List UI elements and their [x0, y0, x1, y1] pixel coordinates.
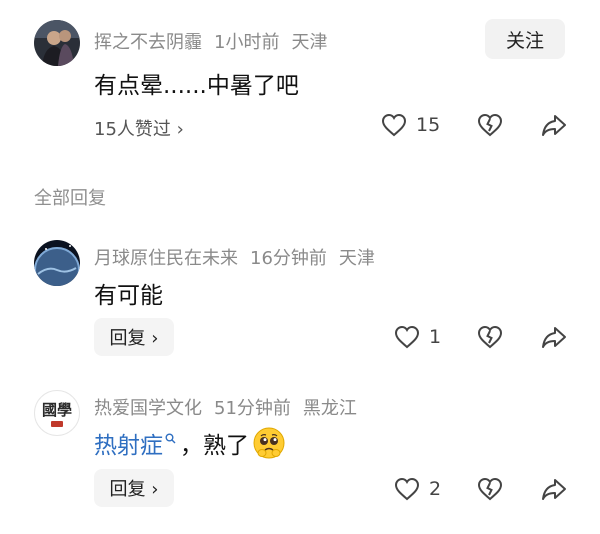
like-button[interactable]: [394, 325, 420, 349]
comment-meta: 挥之不去阴霾 1小时前 天津: [94, 28, 339, 54]
username[interactable]: 月球原住民在未来: [94, 248, 238, 269]
like-icon: [394, 325, 420, 349]
avatar[interactable]: [34, 240, 80, 286]
username[interactable]: 热爱国学文化: [94, 398, 202, 419]
avatar[interactable]: [34, 20, 80, 66]
seal-mark: [51, 421, 63, 427]
reply-button[interactable]: 回复 ›: [94, 469, 174, 507]
share-button[interactable]: [541, 325, 567, 349]
dislike-button[interactable]: [477, 477, 503, 501]
like-button[interactable]: [381, 113, 407, 137]
share-icon: [542, 115, 566, 136]
reply-button[interactable]: 回复 ›: [94, 318, 174, 356]
avatar[interactable]: 國學: [34, 390, 80, 436]
comment-text: 有点晕......中暑了吧: [94, 73, 299, 99]
location: 黑龙江: [302, 398, 357, 419]
avatar-text: 國學: [41, 401, 72, 419]
like-count: 1: [429, 326, 442, 348]
location: 天津: [291, 32, 328, 53]
like-count: 2: [429, 478, 442, 500]
like-icon: [381, 113, 407, 137]
share-button[interactable]: [541, 113, 567, 137]
timestamp: 16分钟前: [250, 248, 327, 269]
location: 天津: [338, 248, 375, 269]
likes-link[interactable]: 15人赞过 ›: [94, 115, 184, 141]
section-title: 全部回复: [34, 188, 106, 209]
dislike-icon: [477, 325, 503, 349]
follow-button[interactable]: 关注: [485, 19, 565, 59]
like-button[interactable]: [394, 477, 420, 501]
reply-meta: 热爱国学文化 51分钟前 黑龙江: [94, 394, 369, 420]
reply-meta: 月球原住民在未来 16分钟前 天津: [94, 244, 387, 270]
share-icon: [542, 327, 566, 348]
topic-link[interactable]: 热射症: [94, 426, 163, 460]
like-icon: [394, 477, 420, 501]
username[interactable]: 挥之不去阴霾: [94, 32, 202, 53]
timestamp: 51分钟前: [214, 398, 291, 419]
pleading-emoji-icon: [253, 427, 285, 459]
reply-text: 有可能: [94, 283, 163, 309]
dislike-icon: [477, 477, 503, 501]
share-icon: [542, 479, 566, 500]
like-count: 15: [416, 114, 441, 136]
reply-text: 热射症 ，熟了: [94, 426, 285, 460]
timestamp: 1小时前: [214, 32, 280, 53]
dislike-icon: [477, 113, 503, 137]
search-icon[interactable]: [165, 433, 176, 444]
dislike-button[interactable]: [477, 325, 503, 349]
reply-text-rest: ，熟了: [180, 433, 249, 459]
dislike-button[interactable]: [477, 113, 503, 137]
share-button[interactable]: [541, 477, 567, 501]
